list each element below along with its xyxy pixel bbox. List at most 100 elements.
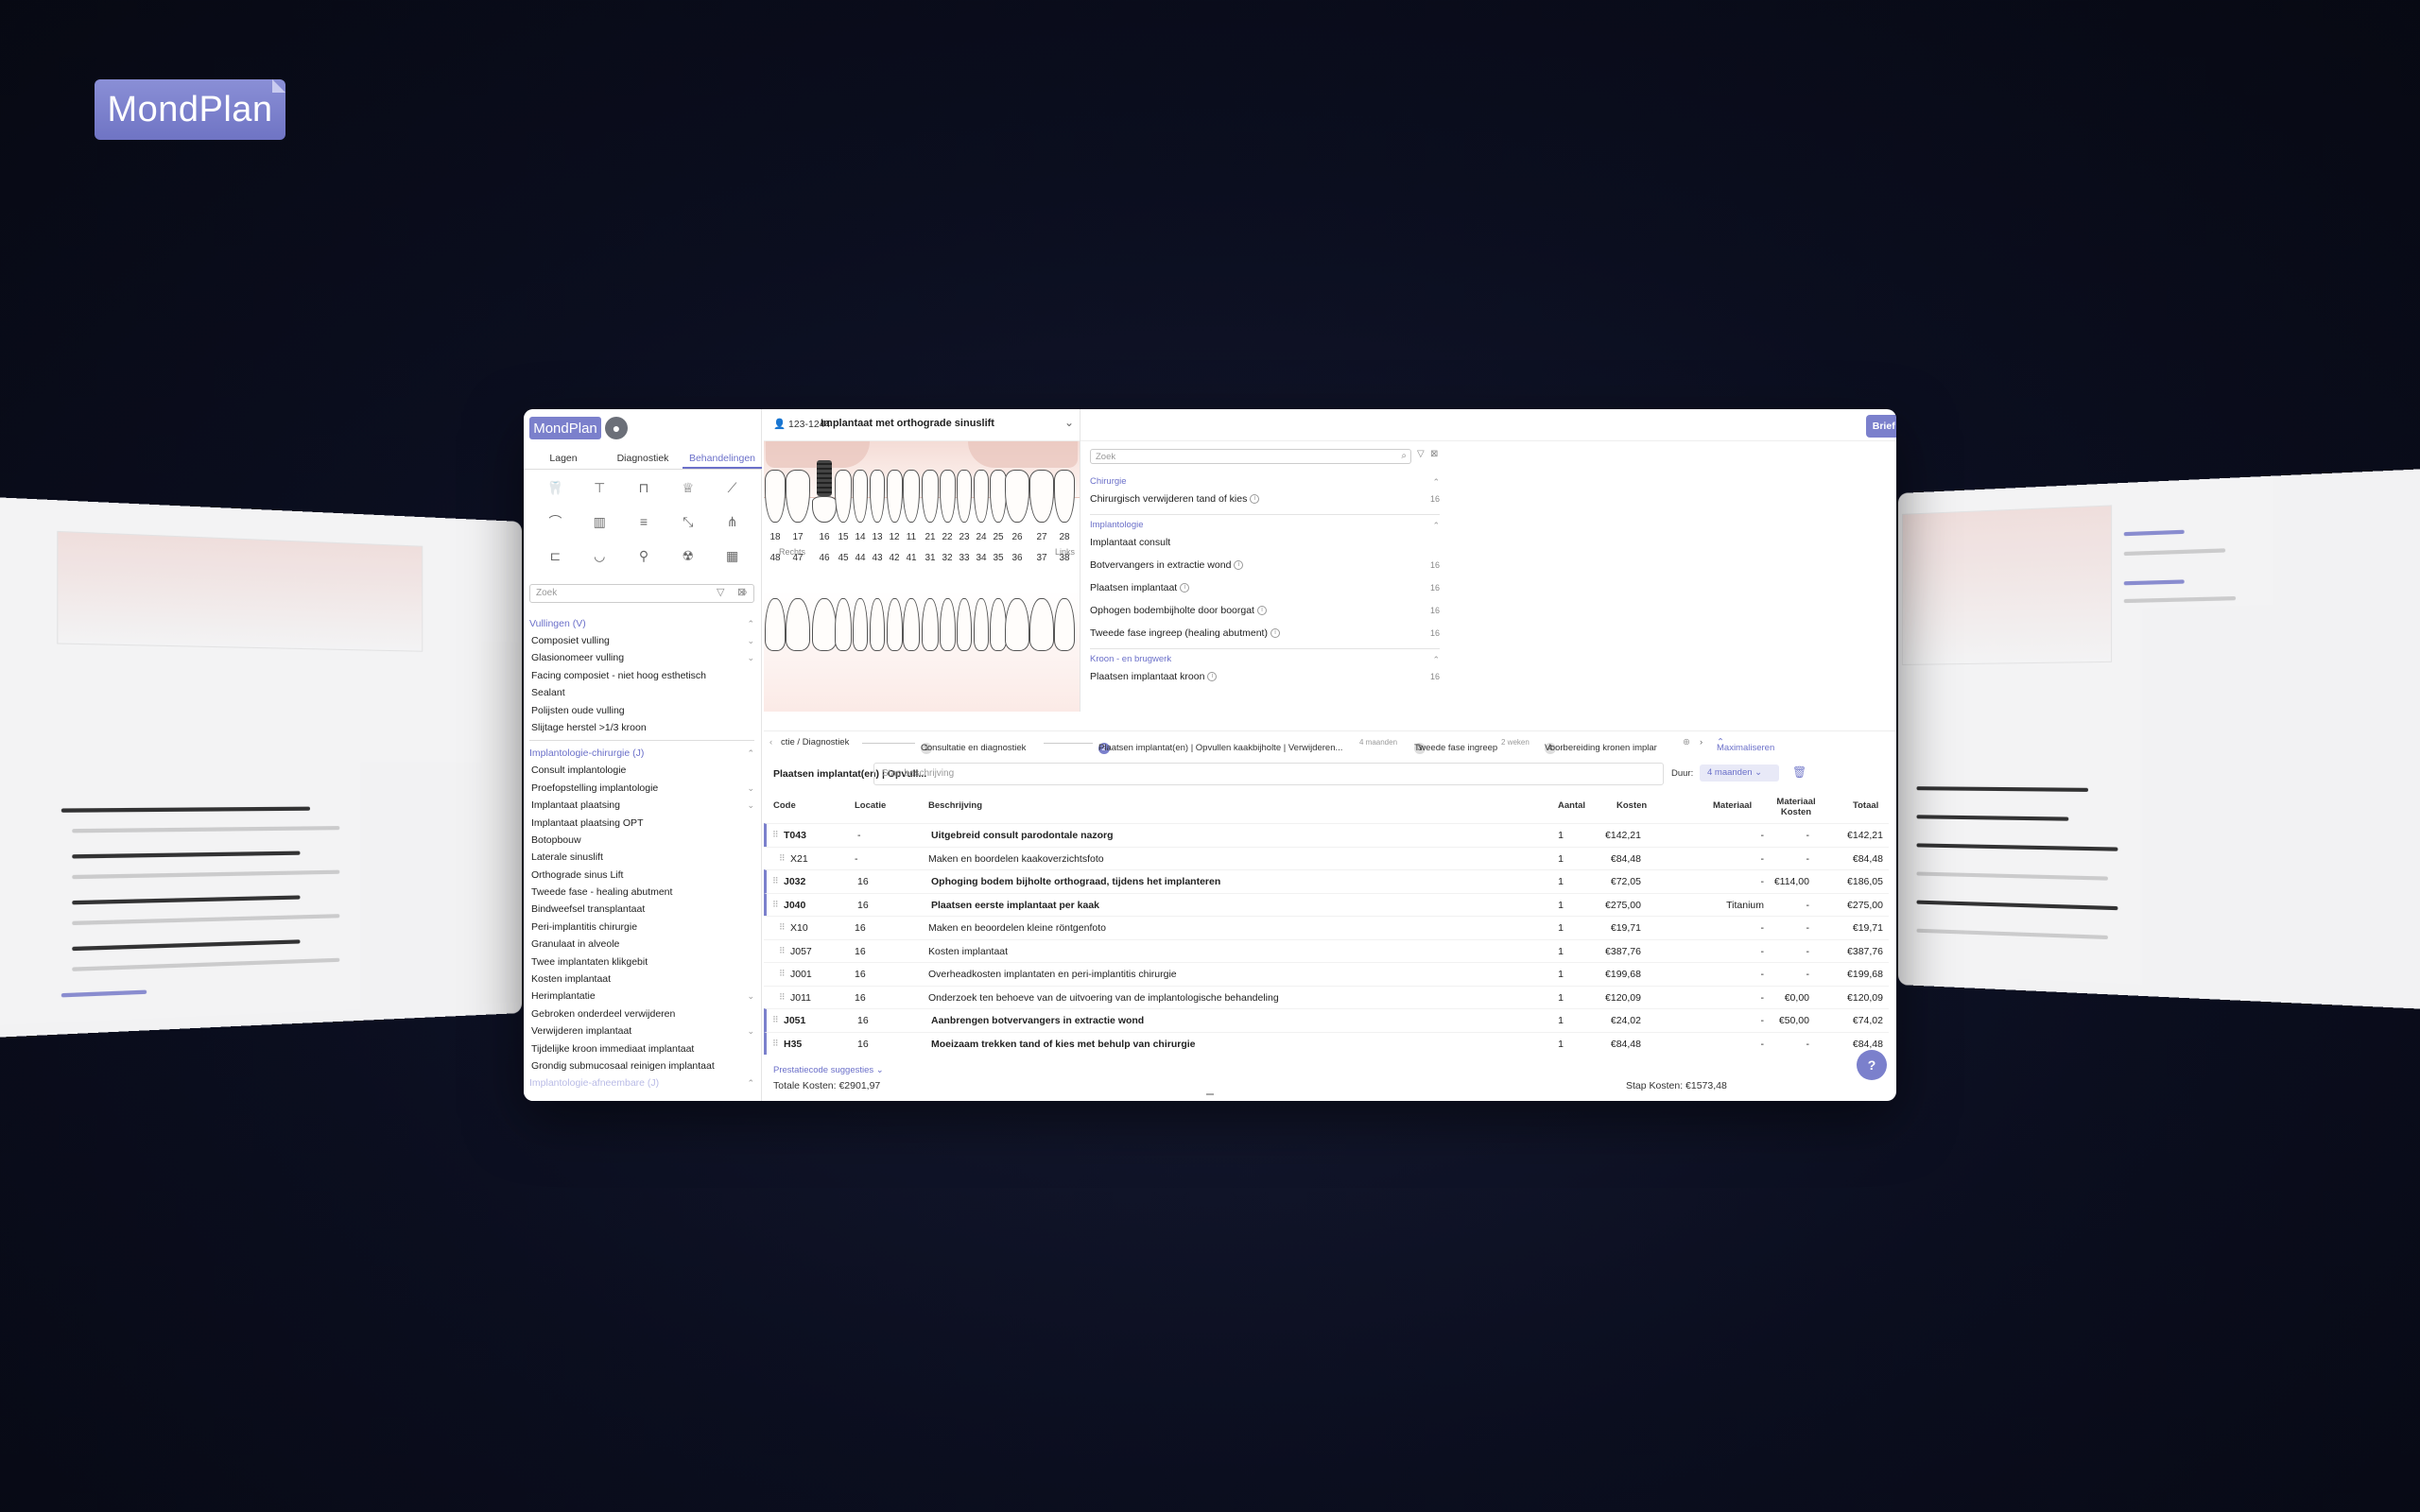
denture-icon[interactable]: ⊏ xyxy=(533,545,578,566)
tooth-number-lower[interactable]: 43 xyxy=(869,553,886,563)
chevron-up-icon[interactable]: ⌃ xyxy=(747,745,754,762)
chevron-down-icon[interactable]: ⌄ xyxy=(1064,416,1074,429)
tooth-number-lower[interactable]: 34 xyxy=(973,553,990,563)
radiation-icon[interactable]: ☢ xyxy=(666,545,710,566)
drag-handle-icon[interactable]: ⠿ xyxy=(772,1039,779,1049)
tooth-number-upper[interactable]: 15 xyxy=(835,532,852,542)
info-icon[interactable]: i xyxy=(1207,672,1217,681)
tooth-number-upper[interactable]: 11 xyxy=(903,532,920,542)
tooth-number-lower[interactable]: 33 xyxy=(956,553,973,563)
step-description-input[interactable]: Stap beschrijving xyxy=(873,763,1664,785)
planned-row[interactable]: Plaatsen implantaat kroon i 16 xyxy=(1090,666,1440,689)
treatment-item[interactable]: Proefopstelling implantologie ⌄ xyxy=(529,780,754,797)
lower-tooth[interactable] xyxy=(812,598,837,651)
tooth-number-upper[interactable]: 21 xyxy=(922,532,939,542)
treatment-item[interactable]: Grondig submucosaal reinigen implantaat xyxy=(529,1057,754,1074)
step-more-icon[interactable]: ⊕ xyxy=(1683,737,1690,747)
upper-tooth[interactable] xyxy=(957,470,972,523)
tooth-number-upper[interactable]: 18 xyxy=(767,532,784,542)
lower-tooth[interactable] xyxy=(940,598,956,651)
avatar-icon[interactable]: ● xyxy=(605,417,628,439)
treatment-item[interactable]: Gebroken onderdeel verwijderen xyxy=(529,1005,754,1022)
tab-diagnostiek[interactable]: Diagnostiek xyxy=(603,449,683,469)
treatment-item[interactable]: Laterale sinuslift xyxy=(529,849,754,866)
lower-tooth[interactable] xyxy=(887,598,903,651)
filter-icon[interactable]: ▽ xyxy=(717,586,724,598)
drag-handle-icon[interactable]: ⠿ xyxy=(772,1015,779,1025)
upper-tooth[interactable] xyxy=(1054,470,1075,523)
planned-row[interactable]: Implantaat consult xyxy=(1090,532,1440,555)
treatment-item[interactable]: Facing composiet - niet hoog esthetisch xyxy=(529,667,754,684)
tooth-number-upper[interactable]: 26 xyxy=(1009,532,1026,542)
chevron-up-icon[interactable]: ⌃ xyxy=(1432,519,1440,532)
planned-row[interactable]: Plaatsen implantaat i 16 xyxy=(1090,577,1440,600)
chevron-down-icon[interactable]: ⌄ xyxy=(747,632,754,649)
lower-tooth[interactable] xyxy=(922,598,939,651)
lower-tooth[interactable] xyxy=(870,598,885,651)
chevron-down-icon[interactable]: ⌄ xyxy=(747,780,754,797)
curve-icon[interactable]: ⌒ xyxy=(533,511,578,532)
table-row[interactable]: ⠿ J001 16 Overheadkosten implantaten en per… xyxy=(764,962,1889,986)
maximize-button[interactable]: Maximaliseren ⌃ xyxy=(1717,737,1724,747)
treatment-item[interactable]: Sealant xyxy=(529,684,754,701)
table-row[interactable]: ⠿ J057 16 Kosten implantaat 1 €387,76- - €387,7… xyxy=(764,939,1889,963)
lower-tooth[interactable] xyxy=(903,598,920,651)
upper-tooth[interactable] xyxy=(786,470,810,523)
table-row[interactable]: ⠿ X21- Maken en boordelen kaakoverzichtsfo… xyxy=(764,847,1889,870)
table-row[interactable]: ⠿ X10 16 Maken en beoordelen kleine röntgen… xyxy=(764,916,1889,939)
treatment-item[interactable]: Tweede fase - healing abutment xyxy=(529,884,754,901)
drag-handle-icon[interactable]: ⠿ xyxy=(779,922,786,933)
treatment-item[interactable]: Implantologie-afneembare (J) ⌃ xyxy=(529,1074,754,1091)
treatment-item[interactable]: Peri-implantitis chirurgie xyxy=(529,919,754,936)
table-row[interactable]: ⠿ H35 16 Moeizaam trekken tand of kies met … xyxy=(764,1032,1889,1056)
lower-tooth[interactable] xyxy=(974,598,989,651)
drag-handle-icon[interactable]: ⠿ xyxy=(772,830,779,840)
treatment-item[interactable]: Orthograde sinus Lift xyxy=(529,867,754,884)
drag-handle-icon[interactable]: ⠿ xyxy=(779,946,786,956)
clear-filter-icon[interactable]: ⊠ xyxy=(737,586,746,598)
table-row[interactable]: ⠿ J040 16 Plaatsen eerste implantaat per ka… xyxy=(764,893,1889,917)
info-icon[interactable]: i xyxy=(1234,560,1243,570)
treatment-item[interactable]: Composiet vulling ⌄ xyxy=(529,632,754,649)
step-0[interactable]: ctie / Diagnostiek xyxy=(781,737,849,747)
planned-row[interactable]: Ophogen bodembijholte door boorgat i 16 xyxy=(1090,600,1440,623)
tooth-number-lower[interactable]: 48 xyxy=(767,553,784,563)
mirror-icon[interactable]: ⚲ xyxy=(622,545,666,566)
planned-search-input[interactable]: Zoek ⌕ xyxy=(1090,449,1411,464)
tooth-number-upper[interactable]: 25 xyxy=(990,532,1007,542)
drag-handle-icon[interactable]: ⠿ xyxy=(779,992,786,1003)
treatment-item[interactable]: Implantaat plaatsing OPT xyxy=(529,815,754,832)
upper-tooth[interactable] xyxy=(870,470,885,523)
upper-tooth[interactable] xyxy=(853,470,868,523)
tooth-number-upper[interactable]: 28 xyxy=(1056,532,1073,542)
implant-marker[interactable] xyxy=(817,460,832,496)
duration-select[interactable]: 4 maanden ⌄ xyxy=(1700,765,1779,782)
tooth-icon[interactable]: 🦷 xyxy=(533,477,578,498)
chevron-up-icon[interactable]: ⌃ xyxy=(1432,475,1440,489)
clear-filter-icon[interactable]: ⊠ xyxy=(1430,449,1438,459)
planned-row[interactable]: Botvervangers in extractie wond i 16 xyxy=(1090,555,1440,577)
treatment-item[interactable]: Herimplantatie ⌄ xyxy=(529,988,754,1005)
tooth-number-upper[interactable]: 14 xyxy=(852,532,869,542)
tooth-number-upper[interactable]: 16 xyxy=(816,532,833,542)
tooth-number-lower[interactable]: 45 xyxy=(835,553,852,563)
upper-tooth[interactable] xyxy=(812,496,837,523)
tooth-number-lower[interactable]: 47 xyxy=(789,553,806,563)
treatment-item[interactable]: Granulaat in alveole xyxy=(529,936,754,953)
table-row[interactable]: ⠿ J032 16 Ophoging bodem bijholte orthograa… xyxy=(764,869,1889,893)
tooth-number-lower[interactable]: 46 xyxy=(816,553,833,563)
grid-icon[interactable]: ▦ xyxy=(710,545,754,566)
chevron-up-icon[interactable]: ⌃ xyxy=(1432,653,1440,666)
table-row[interactable]: ⠿ T043- Uitgebreid consult parodontale naz… xyxy=(764,823,1889,847)
jaw-icon[interactable]: ◡ xyxy=(578,545,622,566)
upper-tooth[interactable] xyxy=(765,470,786,523)
tooth-number-upper[interactable]: 27 xyxy=(1033,532,1050,542)
tooth-number-upper[interactable]: 24 xyxy=(973,532,990,542)
tab-behandelingen[interactable]: Behandelingen xyxy=(683,449,762,469)
layers-icon[interactable]: ≡ xyxy=(622,511,666,532)
lower-tooth[interactable] xyxy=(853,598,868,651)
treatment-item[interactable]: Implantaat plaatsing ⌄ xyxy=(529,797,754,814)
extraction-icon[interactable]: ⋔ xyxy=(710,511,754,532)
lower-tooth[interactable] xyxy=(786,598,810,651)
chevron-down-icon[interactable]: ⌄ xyxy=(747,797,754,814)
